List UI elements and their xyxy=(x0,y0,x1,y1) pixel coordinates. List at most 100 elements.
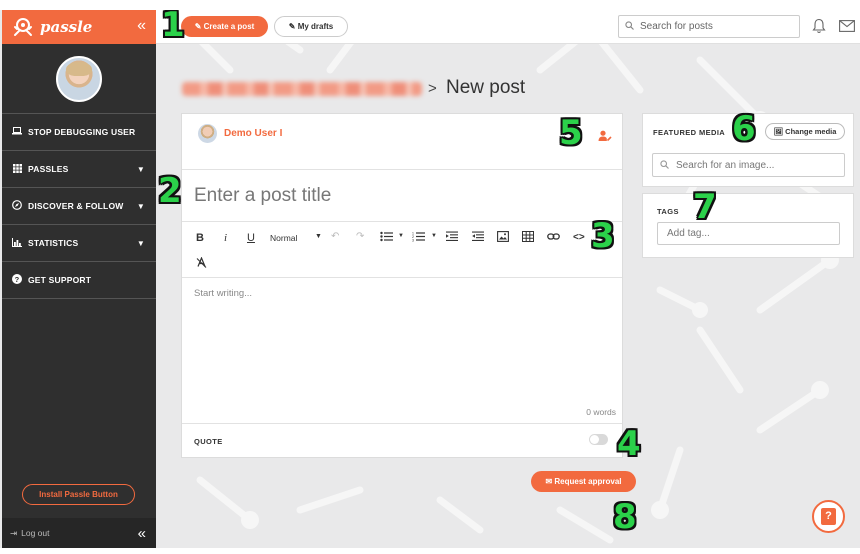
sidebar-item-label: STOP DEBUGGING USER xyxy=(28,127,136,137)
top-bar: ✎ Create a post ✎ My drafts Search for p… xyxy=(156,10,860,44)
numbered-list-icon[interactable]: 123 xyxy=(412,231,425,245)
undo-icon[interactable]: ↶ xyxy=(331,231,339,242)
callout-5: 5 xyxy=(559,113,583,153)
page-title: New post xyxy=(446,77,526,98)
pencil-icon: ✎ xyxy=(194,22,202,31)
search-posts-input[interactable]: Search for posts xyxy=(618,15,800,38)
caret-down-icon[interactable]: ▼ xyxy=(315,233,322,240)
link-icon[interactable] xyxy=(547,231,560,245)
search-placeholder: Search for posts xyxy=(640,21,713,32)
code-view-button[interactable]: <> xyxy=(573,232,585,243)
sidebar-item-label: GET SUPPORT xyxy=(28,275,92,285)
sidebar-item-statistics[interactable]: STATISTICS ▼ xyxy=(2,225,156,262)
breadcrumb-passle-name-redacted[interactable] xyxy=(182,82,422,96)
change-media-button[interactable]: 🖼 Change media xyxy=(765,123,845,140)
quote-row: QUOTE xyxy=(182,423,622,457)
search-icon xyxy=(660,159,669,171)
sidebar-header: passle « xyxy=(2,10,156,44)
author-name-link[interactable]: Demo User I xyxy=(224,128,282,139)
image-icon[interactable] xyxy=(497,231,509,245)
post-title-input[interactable]: Enter a post title xyxy=(182,170,622,222)
table-icon[interactable] xyxy=(522,231,534,245)
redo-icon[interactable]: ↷ xyxy=(356,231,364,242)
help-book-icon: ? xyxy=(821,508,836,525)
bold-button[interactable]: B xyxy=(196,232,204,244)
caret-down-icon[interactable]: ▼ xyxy=(431,233,437,239)
breadcrumb-separator: > xyxy=(428,80,437,97)
callout-3: 3 xyxy=(591,216,615,256)
edit-square-icon: ✎ xyxy=(288,22,296,31)
sidebar-item-get-support[interactable]: ? GET SUPPORT xyxy=(2,262,156,299)
title-placeholder: Enter a post title xyxy=(194,184,332,206)
create-post-label: Create a post xyxy=(203,22,255,31)
add-tag-input[interactable]: Add tag... xyxy=(657,222,840,245)
image-search-input[interactable]: Search for an image... xyxy=(652,153,845,177)
logout-icon: ⇥ xyxy=(10,527,18,538)
mail-icon[interactable] xyxy=(839,20,855,32)
sidebar-item-label: PASSLES xyxy=(28,164,69,174)
sidebar-item-stop-debugging[interactable]: STOP DEBUGGING USER xyxy=(2,114,156,151)
bullet-list-icon[interactable] xyxy=(380,231,393,245)
brand-name: passle xyxy=(40,18,93,36)
double-chevron-left-icon[interactable]: « xyxy=(138,525,146,542)
chevron-down-icon: ▼ xyxy=(136,238,145,248)
word-count: 0 words xyxy=(586,407,616,417)
chevron-down-icon: ▼ xyxy=(136,164,145,174)
sidebar-item-discover-follow[interactable]: DISCOVER & FOLLOW ▼ xyxy=(2,188,156,225)
app-frame: passle « STOP DEBUGGING USER PASSLES ▼ D… xyxy=(0,10,860,548)
callout-8: 8 xyxy=(613,497,637,537)
request-approval-label: Request approval xyxy=(554,477,622,486)
grid-icon xyxy=(12,163,22,175)
logout-link[interactable]: Log out xyxy=(21,528,49,538)
caret-down-icon[interactable]: ▼ xyxy=(398,233,404,239)
create-post-button[interactable]: ✎ Create a post xyxy=(181,16,268,37)
compass-icon xyxy=(12,200,22,212)
callout-6: 6 xyxy=(732,109,756,149)
bell-icon[interactable] xyxy=(812,18,826,34)
laptop-icon xyxy=(12,127,22,137)
sidebar-item-passles[interactable]: PASSLES ▼ xyxy=(2,151,156,188)
image-search-placeholder: Search for an image... xyxy=(676,159,775,171)
author-row: Demo User I xyxy=(182,114,622,170)
editor-toolbar: B i U Normal ▼ ↶ ↷ ▼ 123 ▼ <> xyxy=(182,222,622,278)
chevron-down-icon: ▼ xyxy=(136,201,145,211)
double-chevron-left-icon[interactable]: « xyxy=(137,17,146,35)
help-button[interactable]: ? xyxy=(812,500,845,533)
tags-panel: TAGS Add tag... xyxy=(642,193,854,258)
body-placeholder: Start writing... xyxy=(194,288,253,299)
svg-text:3: 3 xyxy=(412,239,414,243)
format-select[interactable]: Normal xyxy=(270,233,297,243)
user-avatar-area xyxy=(2,44,156,114)
post-editor: Demo User I Enter a post title B i U Nor… xyxy=(181,113,623,458)
sidebar: passle « STOP DEBUGGING USER PASSLES ▼ D… xyxy=(2,10,156,548)
format-select-value: Normal xyxy=(270,233,298,243)
callout-4: 4 xyxy=(617,424,641,464)
quote-toggle[interactable] xyxy=(589,434,608,445)
post-body-input[interactable]: Start writing... 0 words xyxy=(182,278,622,423)
passle-logo-icon xyxy=(14,18,32,36)
sidebar-item-label: DISCOVER & FOLLOW xyxy=(28,201,124,211)
request-approval-button[interactable]: ✉ Request approval xyxy=(531,471,636,492)
callout-2: 2 xyxy=(158,171,182,211)
add-tag-placeholder: Add tag... xyxy=(667,228,710,239)
avatar[interactable] xyxy=(56,55,102,102)
callout-7: 7 xyxy=(693,187,717,227)
change-author-icon[interactable] xyxy=(598,130,612,142)
svg-text:?: ? xyxy=(15,275,20,284)
install-passle-button[interactable]: Install Passle Button xyxy=(22,484,135,505)
my-drafts-button[interactable]: ✎ My drafts xyxy=(274,16,348,37)
search-icon xyxy=(625,21,634,32)
quote-label: QUOTE xyxy=(194,437,223,446)
clear-formatting-icon[interactable] xyxy=(196,256,207,271)
sidebar-item-label: STATISTICS xyxy=(28,238,79,248)
outdent-icon[interactable] xyxy=(446,231,458,245)
my-drafts-label: My drafts xyxy=(297,22,334,31)
question-circle-icon: ? xyxy=(12,274,22,286)
indent-icon[interactable] xyxy=(472,231,484,245)
callout-1: 1 xyxy=(161,10,185,45)
author-avatar xyxy=(198,124,217,143)
underline-button[interactable]: U xyxy=(247,232,255,244)
featured-media-title: FEATURED MEDIA xyxy=(653,128,726,137)
bar-chart-icon xyxy=(12,237,22,249)
italic-button[interactable]: i xyxy=(224,232,227,244)
